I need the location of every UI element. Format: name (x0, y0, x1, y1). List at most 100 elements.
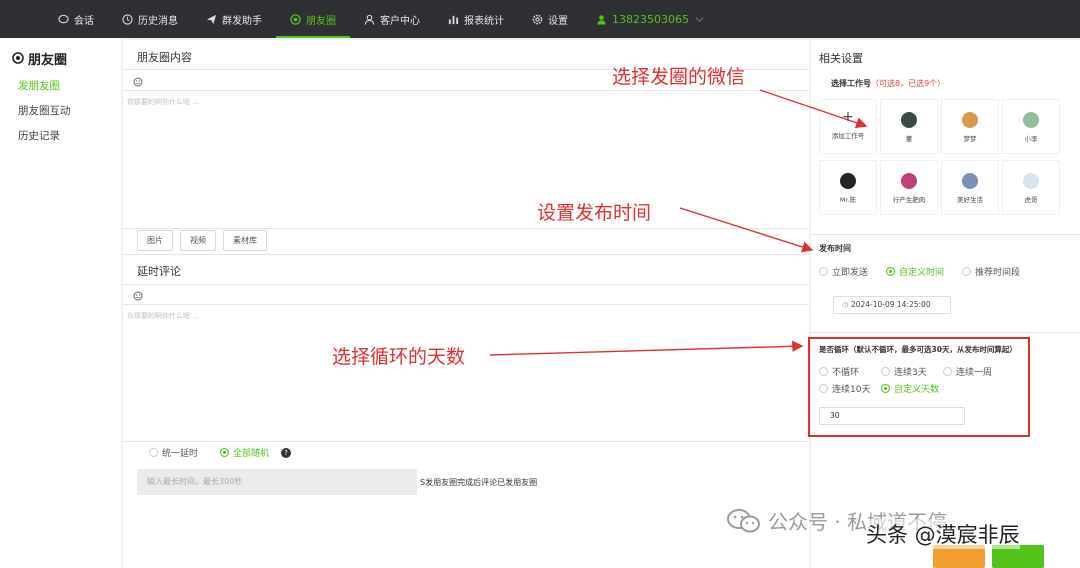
image-button[interactable]: 图片 (137, 230, 173, 251)
account-card[interactable]: 梦梦 (941, 99, 999, 154)
settings-panel: 相关设置 选择工作号（可选8，已选9个） + 添加工作号 董 梦梦 小李 Mr.陈 行产生肥… (811, 40, 1080, 568)
account-card[interactable]: 董 (880, 99, 938, 154)
sidebar-item-interaction[interactable]: 朋友圈互动 (0, 99, 121, 124)
avatar (962, 173, 978, 189)
gear-icon (532, 14, 543, 24)
comment-title: 延时评论 (137, 265, 181, 278)
avatar (840, 173, 856, 189)
watermark-toutiao: 头条 @漠宸非辰 (866, 519, 1020, 549)
account-name: Mr.陈 (839, 196, 857, 204)
publish-time-title: 发布时间 (819, 244, 851, 253)
publish-time-input[interactable]: ◷ 2024-10-09 14:25:00 (833, 296, 951, 314)
radio-uniform-delay[interactable] (149, 448, 158, 457)
wechat-logo-icon (727, 508, 760, 532)
radio-publish-custom[interactable] (886, 267, 896, 276)
account-card[interactable]: Mr.陈 (819, 160, 877, 215)
divider (123, 254, 809, 255)
publish-now-option[interactable]: 立即发送 (819, 264, 868, 278)
sidebar-title: 朋友圈 (0, 48, 121, 68)
nav-reports-label: 报表统计 (464, 15, 504, 27)
annotation-select-wechat: 选择发圈的微信 (612, 66, 746, 88)
sidebar-item-post[interactable]: 发朋友圈 (0, 74, 121, 99)
emoji-icon[interactable] (133, 77, 143, 87)
nav-reports[interactable]: 报表统计 (434, 0, 518, 38)
account-name: 美好生活 (957, 196, 983, 204)
publish-custom-label: 自定义时间 (899, 268, 945, 278)
account-card[interactable]: 行产生肥肉 (880, 160, 938, 215)
content-textarea[interactable]: 你那要的啊你什么呢 ... (127, 97, 199, 107)
radio-random-delay[interactable] (220, 448, 230, 457)
user-icon (597, 14, 606, 25)
moments-icon (290, 13, 301, 25)
nav-moments-label: 朋友圈 (306, 15, 336, 27)
nav-broadcast[interactable]: 群发助手 (192, 0, 276, 38)
user-phone: 13823503065 (612, 12, 689, 26)
divider (123, 441, 809, 442)
nav-chat[interactable]: 会话 (44, 0, 108, 38)
clock-icon: ◷ (842, 300, 851, 309)
add-account-button[interactable]: + 添加工作号 (819, 99, 877, 154)
nav-settings[interactable]: 设置 (518, 0, 582, 38)
radio-publish-recommended[interactable] (962, 267, 972, 276)
random-delay-label: 全部随机 (233, 449, 270, 459)
account-name: 董 (905, 135, 913, 143)
account-label: 选择工作号（可选8，已选9个） (831, 78, 945, 89)
account-name: 添加工作号 (831, 132, 865, 140)
avatar (901, 112, 917, 128)
avatar (962, 112, 978, 128)
account-hint: （可选8，已选9个） (871, 79, 946, 88)
material-library-button[interactable]: 素材库 (223, 230, 267, 251)
account-name: 小李 (1024, 135, 1038, 143)
publish-custom-option[interactable]: 自定义时间 (886, 264, 944, 278)
divider (123, 304, 809, 305)
post-editor: 朋友圈内容 你那要的啊你什么呢 ... 图片 视频 素材库 延时评论 你那要的啊… (123, 40, 809, 568)
nav-settings-label: 设置 (548, 15, 568, 27)
nav-customers[interactable]: 客户中心 (350, 0, 434, 38)
divider (123, 228, 809, 229)
comment-textarea[interactable]: 你那要的啊你什么呢 ... (127, 311, 199, 321)
divider (123, 90, 809, 91)
nav-customers-label: 客户中心 (380, 15, 420, 27)
publish-time-value: 2024-10-09 14:25:00 (850, 300, 931, 309)
nav-history[interactable]: 历史消息 (108, 0, 192, 38)
loop-highlight-box (808, 337, 1030, 437)
avatar (1023, 112, 1039, 128)
delay-seconds-input[interactable]: 输入最长时间，最长300秒 (137, 469, 417, 495)
bar-chart-icon (448, 15, 459, 24)
publish-recommended-option[interactable]: 推荐时间段 (962, 264, 1020, 278)
nav-history-label: 历史消息 (138, 15, 178, 27)
content-title: 朋友圈内容 (137, 51, 192, 64)
nav-broadcast-label: 群发助手 (222, 15, 262, 27)
delay-options: 统一延时 全部随机 ? (149, 446, 292, 459)
help-icon[interactable]: ? (281, 447, 292, 458)
account-name: 梦梦 (963, 135, 977, 143)
account-card[interactable]: 美好生活 (941, 160, 999, 215)
chat-icon (58, 14, 69, 23)
nav-chat-label: 会话 (74, 15, 94, 27)
account-card[interactable]: 小李 (1002, 99, 1060, 154)
user-menu[interactable]: 13823503065 (582, 0, 719, 38)
divider (811, 332, 1080, 333)
sidebar: 朋友圈 发朋友圈 朋友圈互动 历史记录 (0, 38, 121, 568)
account-name: 虎哥 (1024, 196, 1038, 204)
plus-icon: + (842, 109, 854, 125)
annotation-set-time: 设置发布时间 (537, 202, 652, 224)
radio-publish-now[interactable] (819, 267, 828, 276)
publish-options: 立即发送 自定义时间 推荐时间段 (819, 264, 1020, 278)
divider (811, 234, 1080, 235)
account-card[interactable]: 虎哥 (1002, 160, 1060, 215)
send-icon (206, 14, 217, 24)
uniform-delay-label: 统一延时 (162, 449, 199, 459)
avatar (901, 173, 917, 189)
account-label-text: 选择工作号 (831, 79, 871, 88)
user-icon (364, 14, 375, 25)
annotation-select-days: 选择循环的天数 (332, 346, 466, 368)
sidebar-item-history[interactable]: 历史记录 (0, 124, 121, 149)
video-button[interactable]: 视频 (180, 230, 216, 251)
emoji-icon[interactable] (133, 291, 143, 301)
publish-now-label: 立即发送 (832, 268, 869, 278)
avatar (1023, 173, 1039, 189)
publish-recommended-label: 推荐时间段 (975, 268, 1021, 278)
nav-moments[interactable]: 朋友圈 (276, 0, 350, 38)
settings-title: 相关设置 (819, 52, 863, 65)
